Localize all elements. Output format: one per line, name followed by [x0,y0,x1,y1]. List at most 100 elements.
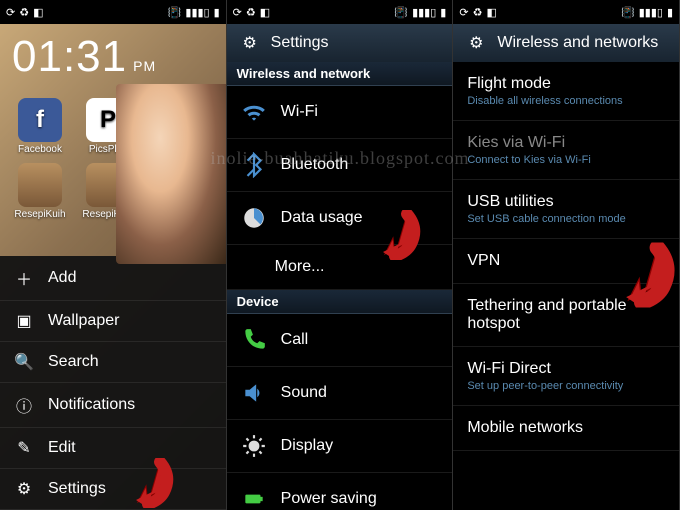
setting-more[interactable]: More... [227,245,453,290]
sync-icon: ⟳ [459,6,468,19]
home-context-menu: ＋ Add ▣ Wallpaper 🔍 Search ⓘNotifications ✎… [0,256,226,510]
sync-icon: ⟳ [233,6,242,19]
menu-label: Wallpaper [48,312,119,330]
setting-power-saving[interactable]: Power saving [227,473,453,510]
recycle-icon: ♻ [19,6,29,19]
setting-kies[interactable]: Kies via Wi-Fi Connect to Kies via Wi-Fi [453,121,679,180]
section-device: Device [227,290,453,314]
setting-label: Display [281,437,333,455]
setting-label: USB utilities [467,193,625,211]
clip-icon: ◧ [33,6,43,19]
signal-icon: ▮▮▮▯ [412,6,436,19]
setting-flight-mode[interactable]: Flight mode Disable all wireless connecti… [453,62,679,121]
setting-sub: Disable all wireless connections [467,95,622,107]
setting-label: Bluetooth [281,156,349,174]
vibrate-icon: 📳 [168,6,182,19]
setting-sub: Set up peer-to-peer connectivity [467,380,623,392]
pencil-icon: ✎ [14,438,34,458]
gear-icon: ⚙ [14,479,34,499]
speaker-icon [241,380,267,406]
bluetooth-icon [241,152,267,178]
plus-icon: ＋ [14,266,34,290]
setting-label: Mobile networks [467,419,583,437]
setting-tethering[interactable]: Tethering and portable hotspot [453,284,679,347]
setting-label: Data usage [281,209,363,227]
setting-label: Kies via Wi-Fi [467,134,590,152]
battery-icon: ▮ [214,6,220,19]
status-bar: ⟳ ♻ ◧ 📳 ▮▮▮▯ ▮ [227,0,453,24]
recycle-icon: ♻ [246,6,256,19]
wifi-icon [241,99,267,125]
battery-icon: ▮ [667,6,673,19]
setting-call[interactable]: Call [227,314,453,367]
setting-mobile-networks[interactable]: Mobile networks [453,406,679,451]
clip-icon: ◧ [486,6,496,19]
signal-icon: ▮▮▮▯ [639,6,663,19]
gear-icon: ⚙ [239,32,261,54]
setting-usb[interactable]: USB utilities Set USB cable connection mo… [453,180,679,239]
setting-label: Sound [281,384,327,402]
setting-label: Power saving [281,490,377,508]
menu-wallpaper[interactable]: ▣ Wallpaper [0,301,226,342]
menu-label: Search [48,353,99,371]
wireless-header: ⚙ Wireless and networks [453,24,679,62]
menu-settings[interactable]: ⚙ Settings [0,469,226,510]
phone-wireless-networks: ⟳♻◧ 📳▮▮▮▯▮ ⚙ Wireless and networks Fligh… [453,0,680,510]
vibrate-icon: 📳 [621,6,635,19]
setting-label: More... [275,258,325,276]
display-icon [241,433,267,459]
setting-vpn[interactable]: VPN [453,239,679,284]
picture-icon: ▣ [14,311,34,331]
setting-data-usage[interactable]: Data usage [227,192,453,245]
status-bar: ⟳♻◧ 📳▮▮▮▯▮ [453,0,679,24]
setting-display[interactable]: Display [227,420,453,473]
settings-header: ⚙ Settings [227,24,453,62]
setting-label: Flight mode [467,75,622,93]
wallpaper-photo [116,84,226,264]
setting-bluetooth[interactable]: Bluetooth [227,139,453,192]
app-facebook[interactable]: f Facebook [12,98,68,155]
status-bar: ⟳ ♻ ◧ 📳 ▮▮▮▯ ▮ [0,0,226,24]
phone-icon [241,327,267,353]
clock-time: 01:31 [12,32,127,82]
facebook-icon: f [18,98,62,142]
page-title: Wireless and networks [497,34,658,52]
setting-label: Tethering and portable hotspot [467,297,665,333]
search-icon: 🔍 [14,352,34,372]
menu-label: Settings [48,480,106,498]
setting-label: Call [281,331,309,349]
phone-home-screen: ⟳ ♻ ◧ 📳 ▮▮▮▯ ▮ 01:31 PM fFacebook PPicsP… [0,0,227,510]
section-wireless: Wireless and network [227,62,453,86]
setting-sub: Set USB cable connection mode [467,213,625,225]
setting-sound[interactable]: Sound [227,367,453,420]
signal-icon: ▮▮▮▯ [185,6,209,19]
setting-sub: Connect to Kies via Wi-Fi [467,154,590,166]
home-wallpaper[interactable]: 01:31 PM fFacebook PPicsPlay ResepiKuih … [0,24,226,510]
battery-icon [241,486,267,510]
sync-icon: ⟳ [6,6,15,19]
setting-label: Wi-Fi [281,103,318,121]
vibrate-icon: 📳 [394,6,408,19]
gear-icon: ⚙ [465,32,487,54]
setting-label: VPN [467,252,500,270]
menu-search[interactable]: 🔍 Search [0,342,226,383]
info-icon: ⓘ [14,393,34,417]
battery-icon: ▮ [440,6,446,19]
menu-label: Add [48,269,76,287]
clock-ampm: PM [133,58,156,74]
setting-wifi[interactable]: Wi-Fi [227,86,453,139]
setting-label: Wi-Fi Direct [467,360,623,378]
settings-list[interactable]: Wireless and network Wi-Fi Bluetooth Dat… [227,62,453,510]
wireless-list[interactable]: Flight mode Disable all wireless connecti… [453,62,679,510]
menu-label: Edit [48,439,76,457]
page-title: Settings [271,34,329,52]
clip-icon: ◧ [260,6,270,19]
data-usage-icon [241,205,267,231]
menu-notifications[interactable]: ⓘNotifications [0,383,226,428]
recipe-icon [18,163,62,207]
app-label: ResepiKuih [14,209,65,220]
menu-edit[interactable]: ✎ Edit [0,428,226,469]
app-resepikuih-1[interactable]: ResepiKuih [12,163,68,220]
app-label: Facebook [18,144,62,155]
setting-wifi-direct[interactable]: Wi-Fi Direct Set up peer-to-peer connecti… [453,347,679,406]
